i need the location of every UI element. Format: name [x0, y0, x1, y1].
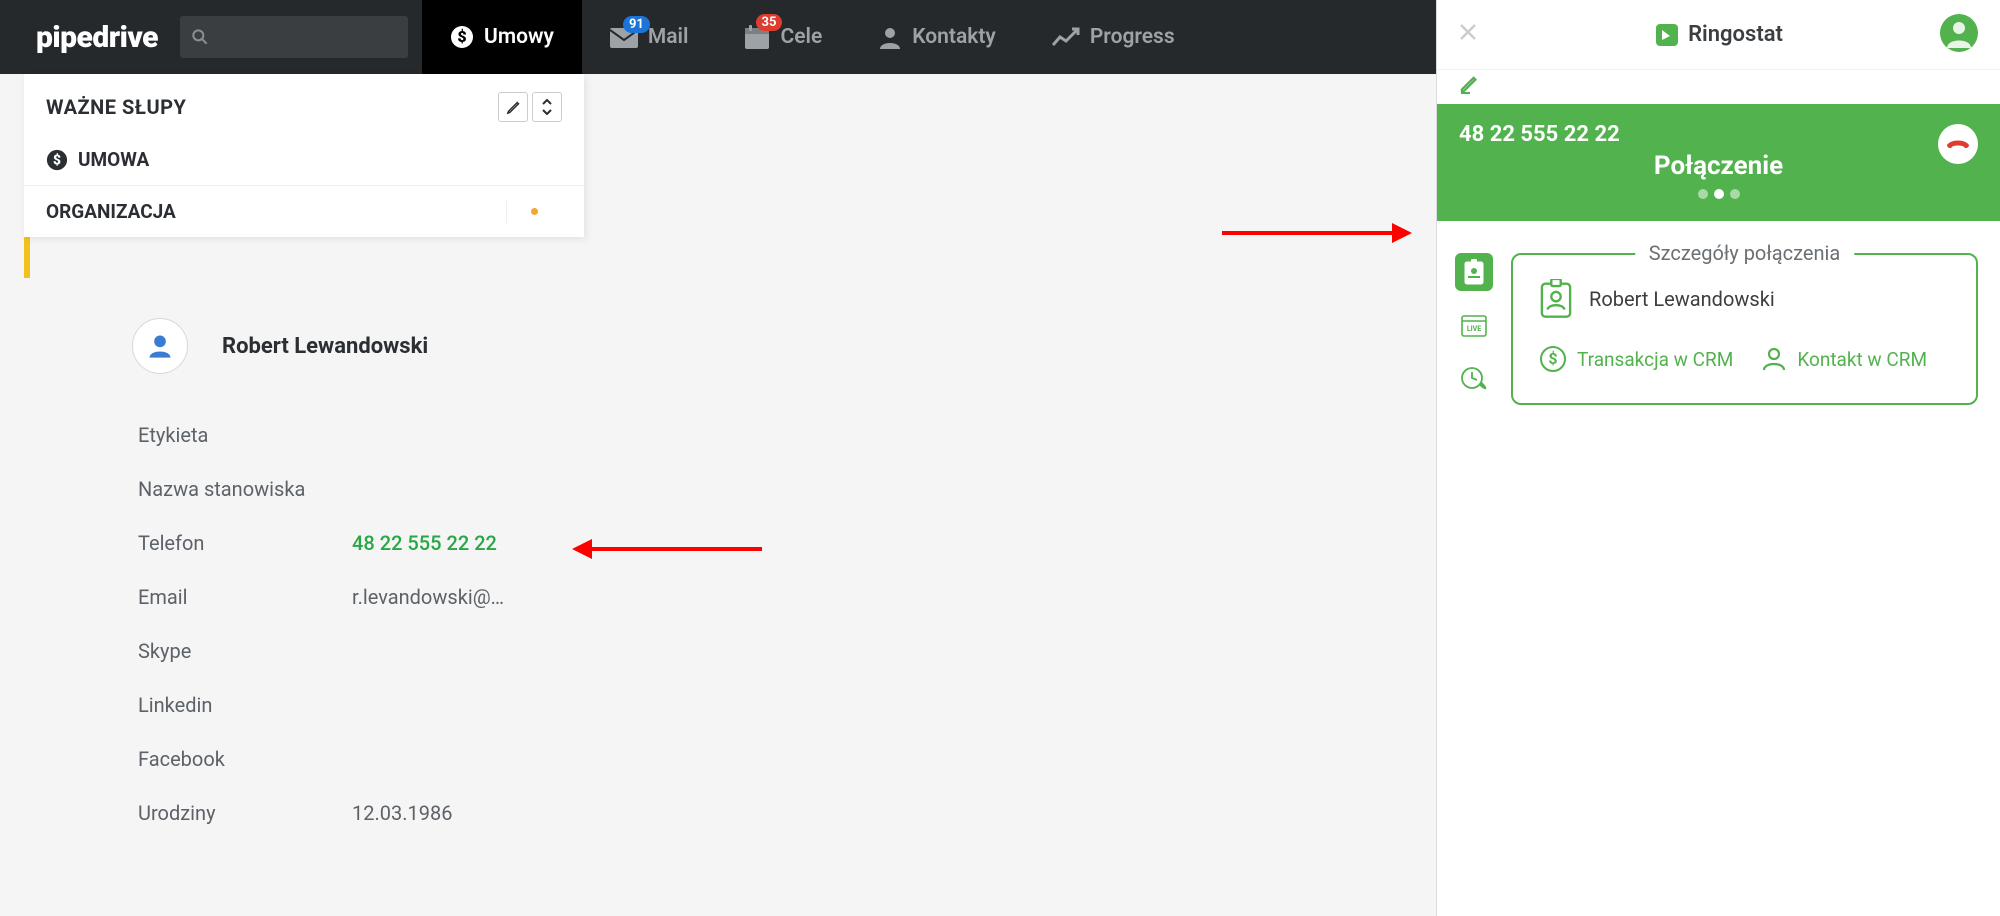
ringostat-header: Ringostat — [1437, 0, 2000, 70]
brand-logo: pipedrive — [0, 20, 180, 55]
nav-label: Umowy — [484, 25, 554, 49]
person-icon — [878, 25, 902, 49]
live-icon: LIVE — [1461, 315, 1487, 337]
status-dots — [1459, 189, 1978, 199]
field-etykieta: Etykieta — [138, 408, 584, 462]
mail-badge: 91 — [623, 16, 650, 33]
tab-history[interactable] — [1455, 361, 1493, 399]
close-button[interactable] — [1459, 22, 1477, 47]
call-details-box: Szczegóły połączenia Robert Lewandowski … — [1511, 253, 1978, 405]
nav-label: Progress — [1090, 25, 1175, 49]
person-icon — [146, 332, 174, 360]
deal-icon: $ — [450, 25, 474, 49]
panel-row-deal[interactable]: $ UMOWA — [24, 134, 584, 185]
svg-text:$: $ — [53, 151, 61, 168]
user-avatar[interactable] — [1940, 14, 1978, 56]
nav-cele[interactable]: 35 Cele — [716, 0, 850, 74]
call-history-icon — [1460, 366, 1488, 394]
avatar-icon — [1940, 14, 1978, 52]
nav-umowy[interactable]: $ Umowy — [422, 0, 582, 74]
pencil-icon — [1459, 76, 1481, 94]
panel-title: WAŻNE SŁUPY — [46, 95, 186, 119]
person-icon — [1761, 346, 1787, 372]
ringostat-tabs: LIVE — [1455, 241, 1493, 405]
search-input[interactable] — [180, 16, 408, 58]
nav-label: Kontakty — [912, 25, 996, 49]
field-email: Emailr.levandowski@… — [138, 570, 584, 624]
edit-call-button[interactable] — [1459, 76, 1481, 98]
ringostat-panel: Ringostat 48 22 555 22 22 Połączenie LIV… — [1436, 0, 2000, 916]
id-badge-icon — [1539, 279, 1573, 319]
org-indicator — [506, 201, 562, 223]
close-icon — [1459, 23, 1477, 41]
deal-icon: $ — [46, 149, 68, 171]
edit-button[interactable] — [498, 92, 528, 122]
svg-text:$: $ — [1548, 349, 1557, 368]
contact-name[interactable]: Robert Lewandowski — [222, 334, 428, 359]
expand-button[interactable] — [532, 92, 562, 122]
nav-label: Cele — [780, 25, 822, 49]
progress-icon — [1052, 27, 1080, 47]
phone-hangup-icon — [1945, 137, 1971, 151]
details-contact-name: Robert Lewandowski — [1589, 287, 1775, 311]
search-icon — [190, 27, 210, 47]
nav-label: Mail — [648, 25, 689, 49]
svg-text:LIVE: LIVE — [1467, 325, 1481, 333]
details-title: Szczegóły połączenia — [1635, 241, 1855, 265]
tab-live[interactable]: LIVE — [1455, 307, 1493, 345]
hangup-button[interactable] — [1938, 124, 1978, 164]
annotation-arrow-left — [572, 534, 762, 564]
email-link[interactable]: r.levandowski@… — [352, 585, 504, 609]
mail-icon: 91 — [610, 26, 638, 48]
call-banner: 48 22 555 22 22 Połączenie — [1437, 106, 2000, 221]
cele-badge: 35 — [756, 14, 783, 31]
pencil-icon — [506, 100, 521, 115]
ringostat-brand-label: Ringostat — [1688, 22, 1783, 47]
dollar-circle-icon: $ — [1539, 345, 1567, 373]
field-urodziny: Urodziny12.03.1986 — [138, 786, 584, 840]
svg-text:$: $ — [457, 27, 466, 46]
nav-mail[interactable]: 91 Mail — [582, 0, 717, 74]
call-phone-number: 48 22 555 22 22 — [1459, 122, 1978, 147]
field-facebook: Facebook — [138, 732, 584, 786]
id-badge-icon — [1463, 259, 1485, 285]
nav-progress[interactable]: Progress — [1024, 0, 1203, 74]
link-transaction-crm[interactable]: $ Transakcja w CRM — [1539, 345, 1733, 373]
nav-kontakty[interactable]: Kontakty — [850, 0, 1024, 74]
contact-avatar[interactable] — [132, 318, 188, 374]
field-skype: Skype — [138, 624, 584, 678]
phone-link[interactable]: 48 22 555 22 22 — [352, 531, 497, 555]
annotation-arrow-right — [1222, 218, 1412, 248]
field-stanowisko: Nazwa stanowiska — [138, 462, 584, 516]
field-telefon: Telefon48 22 555 22 22 — [138, 516, 584, 570]
contact-card: Robert Lewandowski Etykieta Nazwa stanow… — [24, 278, 584, 890]
call-status: Połączenie — [1459, 151, 1978, 181]
panel-row-org[interactable]: ORGANIZACJA — [24, 185, 584, 237]
link-contact-crm[interactable]: Kontakt w CRM — [1761, 345, 1927, 373]
row-label: ORGANIZACJA — [46, 200, 176, 223]
left-panel: WAŻNE SŁUPY $ UMOWA ORGANIZACJA — [24, 74, 584, 237]
field-linkedin: Linkedin — [138, 678, 584, 732]
chevron-updown-icon — [541, 99, 553, 115]
row-label: UMOWA — [78, 148, 149, 171]
calendar-icon: 35 — [744, 24, 770, 50]
ringostat-logo-icon — [1654, 22, 1680, 48]
tab-contact[interactable] — [1455, 253, 1493, 291]
